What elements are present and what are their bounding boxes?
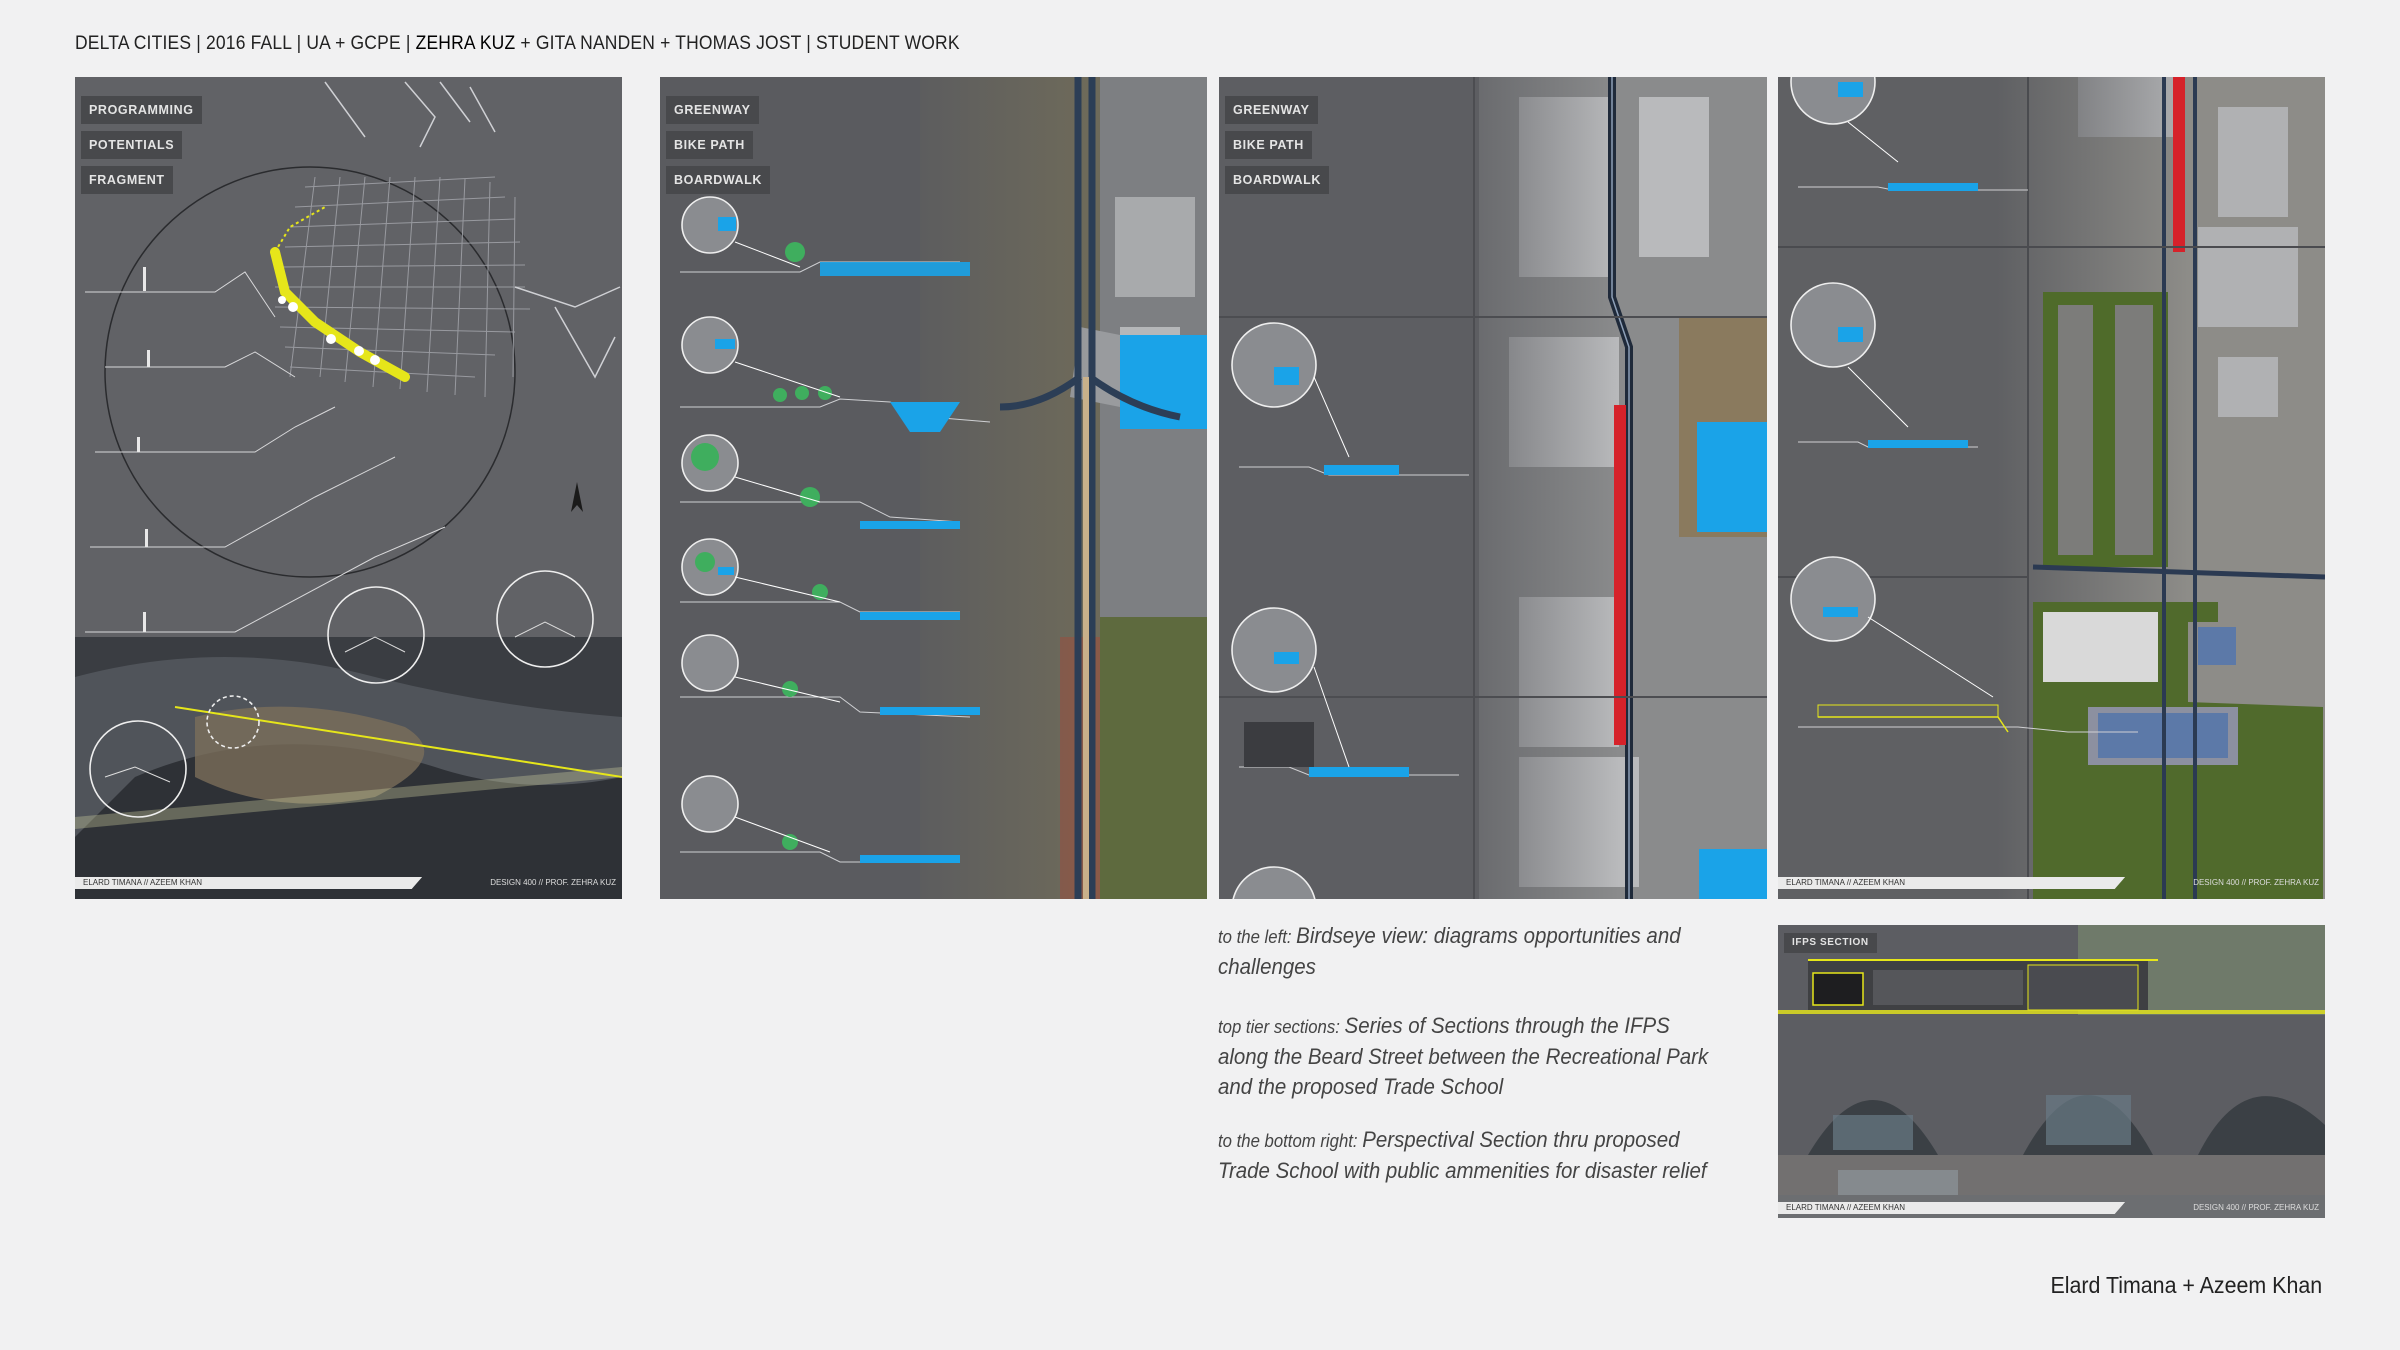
header-part1: DELTA CITIES | 2016 FALL | UA + GCPE | <box>75 33 416 54</box>
tag-ifps-section: IFPS SECTION <box>1784 933 1877 953</box>
panel5-footer-left: ELARD TIMANA // AZEEM KHAN <box>1778 1202 2126 1214</box>
ifps-section-panel: IFPS SECTION ELARD TIMANA // AZEEM KHAN … <box>1778 925 2325 1218</box>
panel5-footer-right: DESIGN 400 // PROF. ZEHRA KUZ <box>2193 1203 2319 1212</box>
birdseye-map-drawing <box>75 81 622 899</box>
tag-greenway: GREENWAY <box>666 96 759 124</box>
panel1-footer-left: ELARD TIMANA // AZEEM KHAN <box>75 877 423 889</box>
beard-street-sections-panel: GREENWAY BIKE PATH BOARDWALK <box>1219 77 1767 899</box>
panel4-footer-right: DESIGN 400 // PROF. ZEHRA KUZ <box>2193 878 2319 887</box>
tag-bike-path: BIKE PATH <box>1225 131 1312 159</box>
caption-sections: top tier sections: Series of Sections th… <box>1218 1011 1725 1102</box>
caption-sections-lead: top tier sections: <box>1218 1017 1345 1037</box>
caption-perspective: to the bottom right: Perspectival Sectio… <box>1218 1125 1725 1186</box>
tag-fragment: FRAGMENT <box>81 166 173 194</box>
trade-school-drawing <box>1778 77 2325 899</box>
greenway-sections-panel: GREENWAY BIKE PATH BOARDWALK <box>660 77 1207 899</box>
caption-perspective-lead: to the bottom right: <box>1218 1131 1363 1151</box>
panel1-footer-right: DESIGN 400 // PROF. ZEHRA KUZ <box>490 878 616 887</box>
beard-street-drawing <box>1219 77 1767 899</box>
header-highlight: ZEHRA KUZ <box>415 33 516 54</box>
ifps-section-drawing <box>1778 925 2325 1218</box>
header-part2: + GITA NANDEN + THOMAS JOST | STUDENT WO… <box>515 33 960 54</box>
panel4-footer-left: ELARD TIMANA // AZEEM KHAN <box>1778 877 2126 889</box>
caption-birdseye-lead: to the left: <box>1218 927 1297 947</box>
panel4-footer: ELARD TIMANA // AZEEM KHAN DESIGN 400 //… <box>1778 877 2325 889</box>
panel1-footer: ELARD TIMANA // AZEEM KHAN DESIGN 400 //… <box>75 877 622 889</box>
header-title: DELTA CITIES | 2016 FALL | UA + GCPE | Z… <box>75 33 960 55</box>
tag-programming: PROGRAMMING <box>81 96 202 124</box>
panel5-footer: ELARD TIMANA // AZEEM KHAN DESIGN 400 //… <box>1778 1202 2325 1214</box>
tag-bike-path: BIKE PATH <box>666 131 753 159</box>
greenway-sections-drawing <box>660 77 1207 899</box>
caption-birdseye: to the left: Birdseye view: diagrams opp… <box>1218 921 1725 982</box>
birdseye-map-panel: PROGRAMMING POTENTIALS FRAGMENT ELARD TI… <box>75 77 622 899</box>
trade-school-panel: ELARD TIMANA // AZEEM KHAN DESIGN 400 //… <box>1778 77 2325 899</box>
tag-boardwalk: BOARDWALK <box>666 166 771 194</box>
author-credit: Elard Timana + Azeem Khan <box>2050 1272 2322 1298</box>
tag-potentials: POTENTIALS <box>81 131 183 159</box>
tag-boardwalk: BOARDWALK <box>1225 166 1330 194</box>
tag-greenway: GREENWAY <box>1225 96 1318 124</box>
